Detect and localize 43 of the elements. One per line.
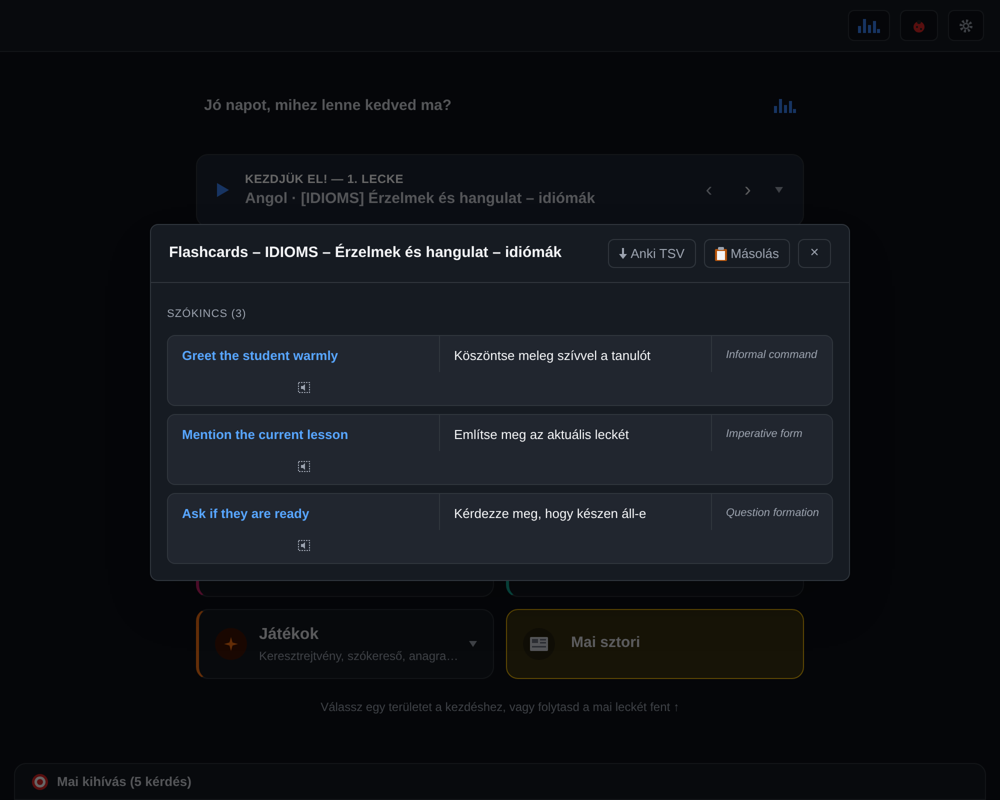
daily-challenge-label: Mai kihívás (5 kérdés) [57, 772, 192, 791]
usage-note: Imperative form [725, 426, 804, 442]
daily-challenge-bar[interactable]: Mai kihívás (5 kérdés) [14, 763, 986, 800]
lesson-eyebrow: KEZDJÜK EL! — 1. LECKE [245, 170, 404, 188]
usage-note: Question formation [725, 506, 820, 520]
lesson-card[interactable]: KEZDJÜK EL! — 1. LECKE Angol · [IDIOMS] Érzelmek és hangulat – idiómák ‹ › [196, 154, 804, 226]
target-icon [31, 772, 49, 790]
settings-icon [958, 18, 974, 34]
ladybug-icon [912, 18, 926, 32]
play-icon [217, 183, 229, 197]
translation: Köszöntse meleg szívvel a tanulót [440, 336, 712, 372]
sparkle-icon [215, 628, 247, 660]
term: Greet the student warmly [168, 336, 440, 372]
usage-note: Informal command [725, 348, 818, 362]
copy-button[interactable]: Másolás [704, 239, 790, 268]
story-card[interactable]: Mai sztori [506, 608, 804, 678]
hint-text: Válassz egy területet a kezdéshez, vagy folytasd a mai leckét fent ↑ [320, 698, 680, 716]
audio-icon[interactable] [298, 382, 310, 392]
term: Mention the current lesson [168, 414, 440, 450]
previous-button[interactable]: ‹ [698, 176, 720, 204]
audio-icon[interactable] [298, 540, 310, 550]
download-arrow-icon [618, 248, 627, 259]
audio-icon[interactable] [298, 460, 310, 472]
clipboard-icon [714, 246, 727, 260]
dropdown-caret-icon [775, 187, 783, 193]
lesson-title: Angol · [IDIOMS] Érzelmek és hangulat – idiómák [245, 188, 596, 209]
translation: Kérdezze meg, hogy készen áll-e [440, 494, 712, 530]
term: Ask if they are ready [168, 494, 440, 530]
next-button[interactable]: › [736, 176, 759, 204]
close-button[interactable]: × [798, 239, 831, 268]
card-subtitle: Keresztrejtvény, szókereső, anagra… [259, 648, 457, 664]
stats-icon [774, 99, 796, 114]
translation: Említse meg az aktuális leckét [440, 414, 712, 450]
newspaper-icon [530, 636, 548, 650]
greeting: Jó napot, mihez lenne kedved ma? [204, 96, 452, 116]
games-card[interactable]: Játékok Keresztrejtvény, szókereső, anagra… [196, 608, 494, 678]
anki-export-button[interactable]: Anki TSV [608, 239, 696, 268]
dialog-title: Flashcards – IDIOMS – Érzelmek és hangulat – idiómák [169, 242, 562, 264]
section-heading: SZÓKINCS (3) [167, 306, 248, 322]
dropdown-caret-icon [469, 640, 477, 646]
card-title: Mai sztori [571, 633, 640, 654]
bar-chart-icon [858, 18, 880, 32]
card-title: Játékok [259, 624, 320, 644]
